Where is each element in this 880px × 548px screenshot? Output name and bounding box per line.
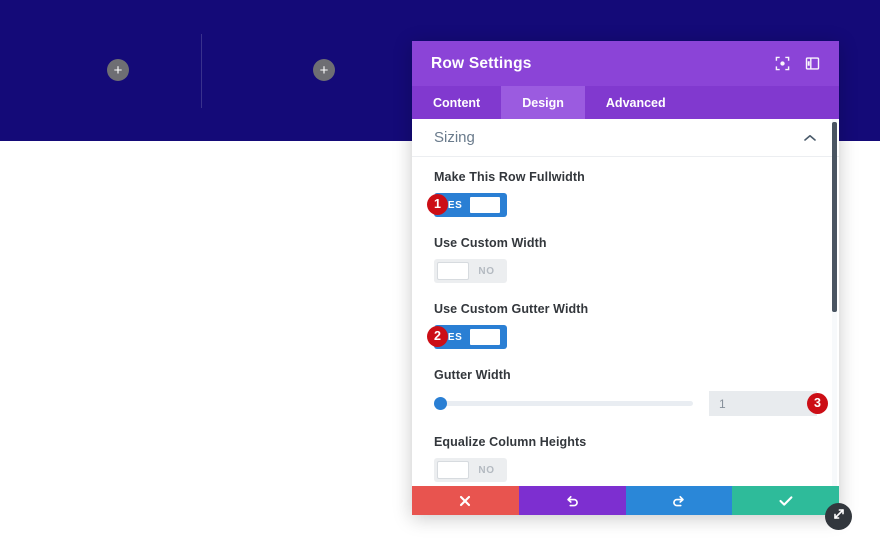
step-badge-1: 1 — [427, 194, 448, 215]
section-title-sizing: Sizing — [434, 129, 475, 146]
gutter-width-slider-row: 3 — [434, 391, 828, 416]
undo-icon — [565, 494, 579, 508]
toggle-equalize-column-heights[interactable]: NO — [434, 458, 507, 482]
redo-icon — [672, 494, 686, 508]
modal-scrollbar-track[interactable] — [832, 119, 837, 486]
field-label: Equalize Column Heights — [434, 435, 587, 449]
add-module-button-right[interactable]: + — [313, 59, 335, 81]
check-icon — [779, 495, 793, 507]
slider-handle[interactable] — [434, 397, 447, 410]
column-divider — [201, 34, 202, 108]
toggle-value-label: NO — [478, 265, 495, 277]
modal-body: Sizing Make This Row Fullwidth 1 YES Use… — [412, 119, 839, 486]
toggle-knob — [437, 262, 469, 280]
field-label: Use Custom Width — [434, 236, 547, 250]
fullscreen-icon[interactable] — [771, 53, 793, 75]
toggle-knob — [469, 328, 501, 346]
undo-button[interactable] — [518, 486, 626, 515]
tab-content[interactable]: Content — [412, 86, 501, 119]
redo-button[interactable] — [625, 486, 733, 515]
toggle-knob — [469, 196, 501, 214]
step-badge-3: 3 — [807, 393, 828, 414]
add-module-button-left[interactable]: + — [107, 59, 129, 81]
tab-design[interactable]: Design — [501, 86, 585, 119]
modal-title: Row Settings — [431, 54, 532, 72]
toggle-value-label: NO — [478, 464, 495, 476]
cancel-button[interactable] — [412, 486, 519, 515]
modal-resize-handle[interactable] — [825, 503, 852, 530]
gutter-width-slider[interactable] — [434, 397, 693, 411]
field-make-row-fullwidth: Make This Row Fullwidth 1 YES — [427, 170, 817, 217]
settings-scroll-area: Sizing Make This Row Fullwidth 1 YES Use… — [412, 119, 839, 486]
modal-scrollbar-thumb[interactable] — [832, 122, 837, 312]
tab-advanced[interactable]: Advanced — [585, 86, 687, 119]
layout-toggle-icon[interactable] — [801, 53, 823, 75]
field-use-custom-gutter-width: Use Custom Gutter Width 2 YES — [427, 302, 817, 349]
row-settings-modal: Row Settings Content Design Advanced Siz… — [412, 41, 852, 530]
step-badge-2: 2 — [427, 326, 448, 347]
resize-handle-icon — [832, 507, 846, 526]
save-button[interactable] — [732, 486, 839, 515]
gutter-width-input[interactable] — [709, 391, 817, 416]
field-gutter-width: Gutter Width 3 — [434, 368, 828, 416]
section-header-sizing[interactable]: Sizing — [412, 119, 839, 157]
field-equalize-column-heights: Equalize Column Heights NO — [434, 435, 817, 482]
field-label: Use Custom Gutter Width — [434, 302, 589, 316]
field-label: Make This Row Fullwidth — [434, 170, 585, 184]
chevron-up-icon[interactable] — [803, 131, 817, 145]
modal-tab-bar: Content Design Advanced — [412, 86, 839, 119]
toggle-use-custom-width[interactable]: NO — [434, 259, 507, 283]
field-label: Gutter Width — [434, 368, 511, 382]
close-icon — [459, 495, 471, 507]
field-use-custom-width: Use Custom Width NO — [434, 236, 817, 283]
modal-header: Row Settings — [412, 41, 839, 86]
toggle-knob — [437, 461, 469, 479]
modal-action-bar — [412, 486, 839, 515]
slider-track — [434, 401, 693, 406]
sizing-fields: Make This Row Fullwidth 1 YES Use Custom… — [412, 157, 839, 486]
